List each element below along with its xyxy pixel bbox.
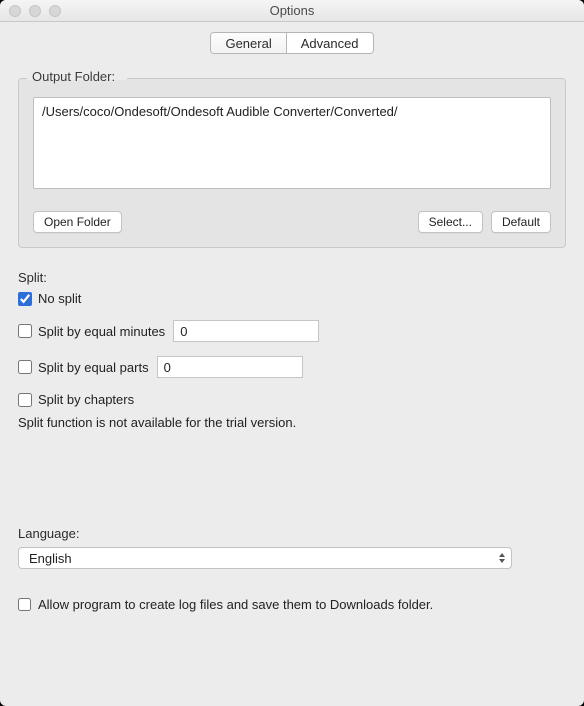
no-split-label: No split xyxy=(38,291,81,306)
content-area: Output Folder: /Users/coco/Ondesoft/Onde… xyxy=(0,54,584,630)
language-value: English xyxy=(29,551,72,566)
split-section-label: Split: xyxy=(18,270,566,285)
split-minutes-checkbox[interactable] xyxy=(18,324,32,338)
tab-bar: General Advanced xyxy=(0,32,584,54)
select-stepper-icon xyxy=(495,550,509,566)
default-folder-button[interactable]: Default xyxy=(491,211,551,233)
window-controls[interactable] xyxy=(9,5,61,17)
tab-segmented-control: General Advanced xyxy=(210,32,373,54)
titlebar: Options xyxy=(0,0,584,22)
select-folder-button[interactable]: Select... xyxy=(418,211,483,233)
language-select[interactable]: English xyxy=(18,547,512,569)
close-icon[interactable] xyxy=(9,5,21,17)
split-parts-row: Split by equal parts xyxy=(18,356,566,378)
tab-general[interactable]: General xyxy=(211,33,285,53)
options-window: Options General Advanced Output Folder: … xyxy=(0,0,584,706)
split-parts-label: Split by equal parts xyxy=(38,360,149,375)
open-folder-button[interactable]: Open Folder xyxy=(33,211,122,233)
split-minutes-input[interactable] xyxy=(173,320,319,342)
split-minutes-label: Split by equal minutes xyxy=(38,324,165,339)
output-folder-path[interactable]: /Users/coco/Ondesoft/Ondesoft Audible Co… xyxy=(33,97,551,189)
log-checkbox[interactable] xyxy=(18,598,31,611)
tab-advanced[interactable]: Advanced xyxy=(286,33,373,53)
language-label: Language: xyxy=(18,526,566,541)
minimize-icon[interactable] xyxy=(29,5,41,17)
split-trial-note: Split function is not available for the … xyxy=(18,415,566,430)
output-folder-label: Output Folder: xyxy=(29,69,118,84)
log-row: Allow program to create log files and sa… xyxy=(18,597,566,612)
split-chapters-checkbox[interactable] xyxy=(18,393,32,407)
split-minutes-row: Split by equal minutes xyxy=(18,320,566,342)
log-label: Allow program to create log files and sa… xyxy=(38,597,433,612)
output-folder-group: Output Folder: /Users/coco/Ondesoft/Onde… xyxy=(18,78,566,248)
zoom-icon[interactable] xyxy=(49,5,61,17)
language-section: Language: English xyxy=(18,526,566,569)
window-title: Options xyxy=(0,3,584,18)
split-chapters-label: Split by chapters xyxy=(38,392,134,407)
split-parts-checkbox[interactable] xyxy=(18,360,32,374)
split-chapters-row: Split by chapters xyxy=(18,392,566,407)
no-split-checkbox[interactable] xyxy=(18,292,32,306)
no-split-row: No split xyxy=(18,291,566,306)
split-parts-input[interactable] xyxy=(157,356,303,378)
